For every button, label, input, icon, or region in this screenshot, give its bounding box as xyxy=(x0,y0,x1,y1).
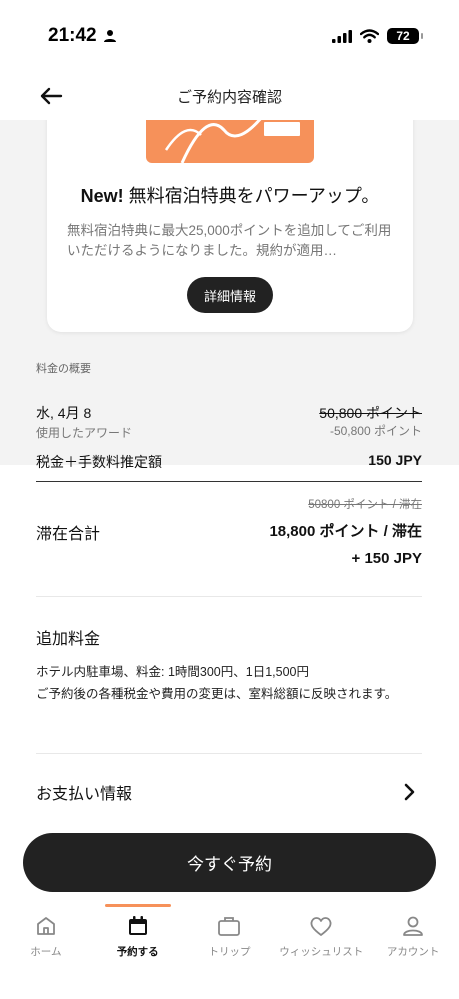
details-button[interactable]: 詳細情報 xyxy=(187,277,273,313)
bottom-bar: 今すぐ予約 ホーム 予約する トリップ ウィッシュリスト アカウント xyxy=(0,822,459,999)
tab-trips-label: トリップ xyxy=(208,946,251,958)
status-icons: 72 xyxy=(332,28,423,44)
home-icon xyxy=(34,914,58,938)
extra-charges-section: 追加料金 ホテル内駐車場、料金: 1時間300円、1日1,500円 ご予約後の各… xyxy=(36,625,422,704)
promo-description: 無料宿泊特典に最大25,000ポイントを追加してご利用いただけるようになりました… xyxy=(67,223,392,258)
tab-home[interactable]: ホーム xyxy=(0,912,92,972)
home-indicator-area xyxy=(0,980,459,999)
status-bar: 21:42 72 xyxy=(0,0,459,72)
promo-card-illustration xyxy=(164,120,300,163)
summary-divider xyxy=(36,481,422,482)
tab-book[interactable]: 予約する xyxy=(92,912,184,972)
total-label: 滞在合計 xyxy=(36,526,101,543)
tab-book-label: 予約する xyxy=(116,946,159,958)
tab-account-label: アカウント xyxy=(386,946,440,958)
promo-illustration xyxy=(146,120,314,163)
tab-wishlist-label: ウィッシュリスト xyxy=(279,946,364,958)
tab-home-label: ホーム xyxy=(30,946,62,958)
section-divider xyxy=(36,753,422,754)
promo-title-text: 無料宿泊特典をパワーアップ。 xyxy=(123,186,380,206)
active-tab-indicator xyxy=(105,904,171,907)
total-points: 18,800 ポイント / 滞在 xyxy=(269,523,422,540)
booking-summary-content[interactable]: New! 無料宿泊特典をパワーアップ。 無料宿泊特典に最大25,000ポイントを… xyxy=(0,120,459,822)
tab-bar: ホーム 予約する トリップ ウィッシュリスト アカウント xyxy=(0,912,459,972)
tax-change-note: ご予約後の各種税金や費用の変更は、室料総額に反映されます。 xyxy=(36,687,398,701)
tax-label: 税金＋手数料推定額 xyxy=(36,454,162,470)
payment-info-row[interactable]: お支払い情報 xyxy=(36,780,422,814)
original-points: 50,800 ポイント xyxy=(319,405,422,421)
total-row: 50800 ポイント / 滞在 滞在合計 18,800 ポイント / 滞在 + … xyxy=(36,496,422,576)
calendar-icon xyxy=(126,914,150,938)
page-title: ご予約内容確認 xyxy=(176,88,282,106)
price-summary-label: 料金の概要 xyxy=(36,363,91,375)
time-text: 21:42 xyxy=(48,25,97,46)
total-original: 50800 ポイント / 滞在 xyxy=(308,499,422,511)
extra-charges-title: 追加料金 xyxy=(36,631,101,648)
promo-title: New! 無料宿泊特典をパワーアップ。 xyxy=(47,182,413,208)
back-button[interactable] xyxy=(36,82,66,110)
battery-level: 72 xyxy=(396,29,410,43)
tab-wishlist[interactable]: ウィッシュリスト xyxy=(275,912,367,972)
suitcase-icon xyxy=(217,914,241,938)
wifi-icon xyxy=(360,29,379,43)
book-now-button[interactable]: 今すぐ予約 xyxy=(23,833,436,892)
heart-icon xyxy=(309,914,333,938)
person-icon xyxy=(103,30,116,42)
payment-info-label: お支払い情報 xyxy=(36,786,133,803)
person-icon xyxy=(401,914,425,938)
chevron-right-icon xyxy=(404,783,415,801)
points-deduction: -50,800 ポイント xyxy=(329,424,422,438)
arrow-left-icon xyxy=(40,87,63,105)
navigation-bar: ご予約内容確認 xyxy=(0,72,459,120)
section-divider xyxy=(36,596,422,597)
tab-trips[interactable]: トリップ xyxy=(184,912,276,972)
tax-value: 150 JPY xyxy=(368,452,422,468)
award-row: 水, 4月 8 使用したアワード 50,800 ポイント -50,800 ポイン… xyxy=(36,403,422,440)
status-time: 21:42 xyxy=(48,25,117,47)
promo-card: New! 無料宿泊特典をパワーアップ。 無料宿泊特典に最大25,000ポイントを… xyxy=(47,120,413,332)
parking-info: ホテル内駐車場、料金: 1時間300円、1日1,500円 xyxy=(36,665,309,679)
signal-icon xyxy=(332,29,352,43)
tab-account[interactable]: アカウント xyxy=(367,912,459,972)
total-cash: + 150 JPY xyxy=(351,550,422,567)
tax-row: 税金＋手数料推定額 150 JPY xyxy=(36,452,422,472)
promo-title-bold: New! xyxy=(80,186,124,206)
battery-icon: 72 xyxy=(387,28,423,44)
